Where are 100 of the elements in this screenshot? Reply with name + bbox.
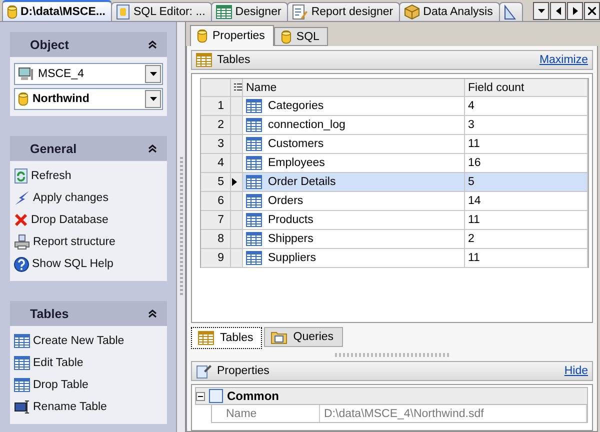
table-cell: Orders [268,195,304,207]
tab[interactable]: SQL [274,27,328,46]
scroll-left-button[interactable] [550,2,566,20]
table-row[interactable]: 9 Suppliers 11 [201,249,588,268]
database-dropdown[interactable]: Northwind [14,88,163,110]
hide-link[interactable]: Hide [564,365,588,377]
table-cell: 11 [465,211,588,229]
new-table-icon [14,334,30,348]
row-number: 5 [201,173,231,191]
document-tab[interactable] [498,2,523,21]
row-number: 3 [201,135,231,153]
drop-table-icon [14,378,30,392]
lightning-icon [14,190,30,206]
action-link[interactable]: Refresh [14,167,163,185]
table-cell: 3 [465,116,588,134]
maximize-link[interactable]: Maximize [539,54,588,66]
table-icon [246,213,262,227]
row-indicator [231,135,243,153]
row-indicator [231,230,243,248]
panel-title: Tables [217,54,252,66]
collapse-icon[interactable] [148,144,157,153]
table-row[interactable]: 6 Orders 14 [201,192,588,211]
database-icon [7,4,18,18]
table-cell: 16 [465,154,588,172]
row-number: 1 [201,97,231,115]
document-tab[interactable]: Data Analysis [399,2,500,21]
document-tab[interactable]: Designer [211,2,288,21]
splitter[interactable] [177,22,186,432]
table-row[interactable]: 1 Categories 4 [201,97,588,116]
table-cell: Categories [268,100,324,112]
panel-title: Properties [217,365,270,377]
document-tab[interactable]: SQL Editor: ... [111,2,212,21]
database-icon [18,92,28,106]
table-row[interactable]: 3 Customers 11 [201,135,588,154]
tab[interactable]: Properties [190,25,274,46]
action-link[interactable]: Drop Database [14,211,163,229]
property-value: D:\data\MSCE_4\Northwind.sdf [320,405,587,422]
table-icon [196,53,212,67]
scroll-right-button[interactable] [567,2,583,20]
table-row[interactable]: 8 Shippers 2 [201,230,588,249]
tab[interactable]: Queries [264,327,343,347]
table-icon [246,251,262,265]
table-cell: 14 [465,192,588,210]
action-link[interactable]: Edit Table [14,354,163,372]
row-indicator [231,192,243,210]
table-icon [246,99,262,113]
action-link[interactable]: Rename Table [14,398,163,416]
table-row[interactable]: 7 Products 11 [201,211,588,230]
close-icon [588,7,596,15]
table-cell: 2 [465,230,588,248]
column-header: Name [243,79,465,96]
dropdown-arrow-icon[interactable] [150,97,156,101]
table-icon [246,156,262,170]
tab[interactable]: Tables [191,327,262,349]
collapse-icon[interactable] [196,392,205,400]
database-icon [280,30,292,44]
table-cell: Suppliers [268,252,316,264]
table-cell: Customers [268,138,324,150]
close-button[interactable] [584,2,600,20]
rename-icon [14,400,30,414]
cube-icon [404,4,420,20]
action-link[interactable]: Create New Table [14,332,163,350]
table-cell: 11 [465,135,588,153]
caret-down-icon [538,9,544,13]
table-cell: Order Details [268,176,336,188]
row-indicator [231,154,243,172]
property-name: Name [212,405,320,422]
action-link[interactable]: Report structure [14,233,163,251]
row-number: 8 [201,230,231,248]
row-indicator [231,116,243,134]
refresh-icon [14,168,28,184]
table-icon [246,194,262,208]
dropdown-button[interactable] [533,2,549,20]
table-cell: Shippers [268,233,314,245]
report-icon [292,4,308,20]
table-cell: 4 [465,97,588,115]
panel-title: Tables [30,306,69,320]
column-chooser-icon[interactable] [234,83,242,92]
table-icon [246,175,262,189]
collapse-icon[interactable] [148,309,157,318]
computer-icon [18,67,34,81]
row-number: 6 [201,192,231,210]
action-link[interactable]: Apply changes [14,189,163,207]
group-title: Common [227,389,279,403]
table-row[interactable]: 4 Employees 16 [201,154,588,173]
category-icon [209,389,223,403]
close-icon [14,213,28,227]
row-indicator [231,249,243,267]
action-link[interactable]: Drop Table [14,376,163,394]
database-icon [197,29,208,43]
action-link[interactable]: Show SQL Help [14,255,163,273]
document-tab[interactable]: Report designer [287,2,400,21]
table-row[interactable]: 2 connection_log 3 [201,116,588,135]
document-tab[interactable]: D:\data\MSCE... [2,0,112,21]
collapse-icon[interactable] [148,40,157,49]
server-dropdown[interactable]: MSCE_4 [14,63,163,85]
dropdown-arrow-icon[interactable] [150,72,156,76]
table-row[interactable]: 5 Order Details 5 [201,173,588,192]
help-icon [14,256,29,272]
row-number: 9 [201,249,231,267]
